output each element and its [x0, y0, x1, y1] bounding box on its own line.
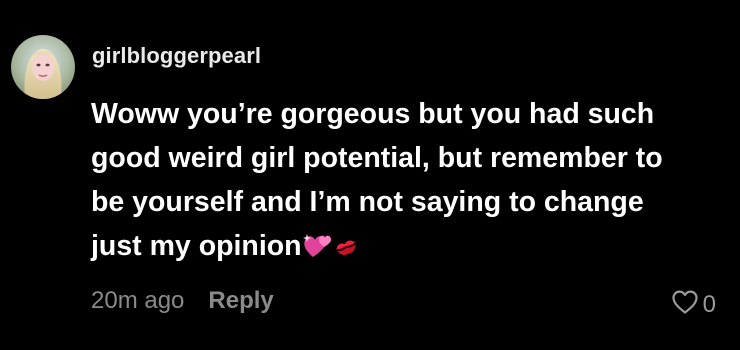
- comment-line-text: just my opinion: [91, 230, 302, 262]
- like-button[interactable]: 0: [671, 289, 716, 320]
- comment-line: Woww you’re gorgeous but you had such: [91, 98, 655, 130]
- comment-line-last: just my opinion: [91, 224, 731, 272]
- avatar[interactable]: [11, 35, 75, 99]
- comment-line: be yourself and I’m not saying to change: [91, 186, 644, 218]
- two-hearts-emoji: [302, 228, 333, 272]
- reply-button[interactable]: Reply: [208, 287, 273, 315]
- comment-line: good weird girl potential, but remember …: [91, 142, 663, 174]
- comment-footer: 20m ago Reply: [91, 287, 274, 315]
- kiss-mark-emoji: [334, 228, 358, 272]
- avatar-photo: [11, 35, 75, 99]
- timestamp: 20m ago: [91, 287, 185, 314]
- heart-outline-icon[interactable]: [671, 289, 699, 320]
- like-count: 0: [702, 290, 716, 318]
- comment-text: Woww you’re gorgeous but you had such go…: [91, 92, 731, 272]
- username[interactable]: girlbloggerpearl: [92, 43, 261, 69]
- comment-item: girlbloggerpearl Woww you’re gorgeous bu…: [0, 0, 740, 350]
